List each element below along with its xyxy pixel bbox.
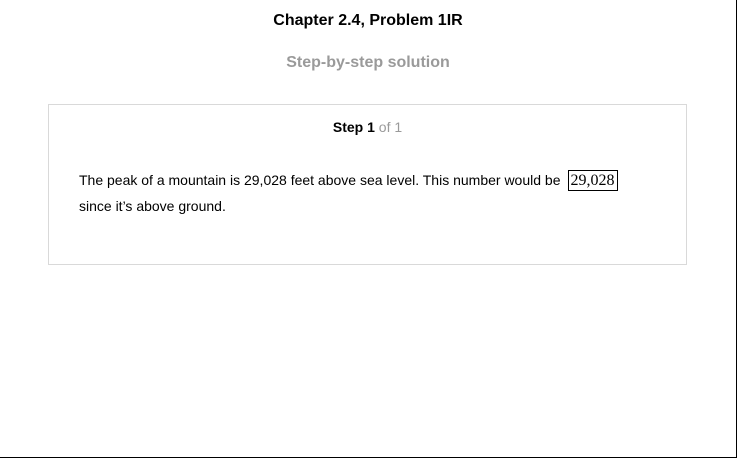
step-text-after: since it’s above ground. [79, 198, 226, 214]
step-header: Step 1 of 1 [49, 119, 686, 135]
page-title: Chapter 2.4, Problem 1IR [273, 12, 463, 29]
page-frame: Chapter 2.4, Problem 1IR Step-by-step so… [0, 0, 737, 458]
step-number: 1 [367, 119, 375, 135]
solution-subtitle: Step-by-step solution [286, 54, 450, 71]
step-body: The peak of a mountain is 29,028 feet ab… [79, 167, 669, 219]
step-label: Step [332, 119, 364, 135]
step-count: of 1 [378, 119, 403, 135]
step-card: Step 1 of 1 The peak of a mountain is 29… [48, 104, 687, 265]
answer-box: 29,028 [567, 169, 618, 191]
step-text-before: The peak of a mountain is 29,028 feet ab… [79, 172, 561, 188]
